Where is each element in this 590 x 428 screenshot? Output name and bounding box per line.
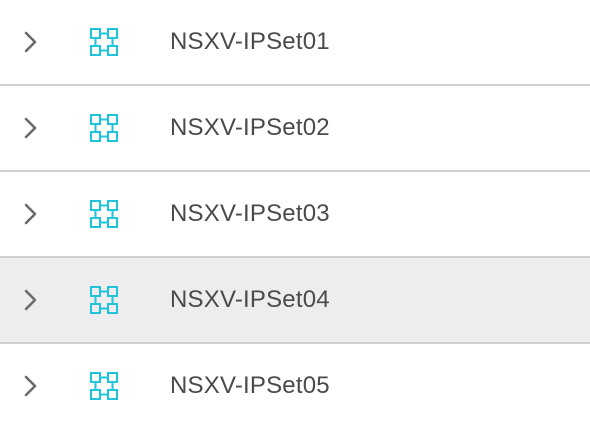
ipset-name[interactable]: NSXV-IPSet01 <box>170 28 330 56</box>
ipset-group-icon <box>89 371 119 401</box>
chevron-right-icon[interactable] <box>22 29 40 55</box>
chevron-right-icon[interactable] <box>22 115 40 141</box>
chevron-right-icon[interactable] <box>22 373 40 399</box>
ipset-group-icon <box>89 285 119 315</box>
ipset-group-icon <box>89 199 119 229</box>
ipset-row[interactable]: NSXV-IPSet01 <box>0 0 590 86</box>
ipset-name[interactable]: NSXV-IPSet05 <box>170 372 330 400</box>
ipset-group-icon <box>89 27 119 57</box>
ipset-name[interactable]: NSXV-IPSet02 <box>170 114 330 142</box>
ipset-group-icon <box>89 113 119 143</box>
chevron-right-icon[interactable] <box>22 287 40 313</box>
ipset-list: NSXV-IPSet01 NSXV-IPSet02 NSXV-IPSet03 N… <box>0 0 590 424</box>
ipset-row[interactable]: NSXV-IPSet04 <box>0 258 590 344</box>
ipset-name[interactable]: NSXV-IPSet03 <box>170 200 330 228</box>
chevron-right-icon[interactable] <box>22 201 40 227</box>
ipset-row[interactable]: NSXV-IPSet02 <box>0 86 590 172</box>
ipset-row[interactable]: NSXV-IPSet03 <box>0 172 590 258</box>
ipset-row[interactable]: NSXV-IPSet05 <box>0 344 590 428</box>
ipset-name[interactable]: NSXV-IPSet04 <box>170 286 330 314</box>
